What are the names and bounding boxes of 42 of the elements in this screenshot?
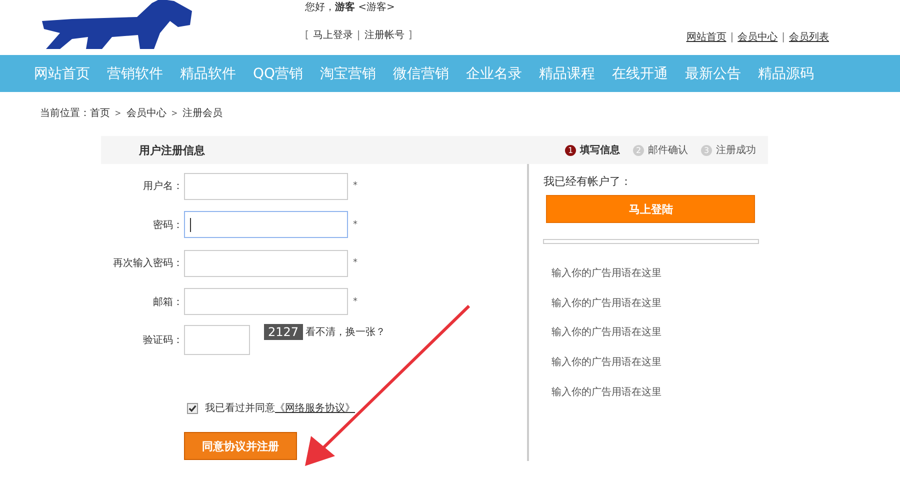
ad-text[interactable]: 输入你的广告用语在这里 [551,325,768,356]
required-mark: * [353,220,358,230]
top-link[interactable]: 网站首页 [686,30,726,44]
top-link[interactable]: 会员中心 [738,30,778,44]
step-label: 邮件确认 [648,144,688,157]
agreement-text: 我已看过并同意 [205,402,275,415]
step-number: 1 [565,144,576,156]
ad-text[interactable]: 输入你的广告用语在这里 [551,266,768,296]
panel-title: 用户注册信息 [139,142,205,158]
refresh-captcha-link[interactable]: 看不清，换一张？ [306,325,386,339]
agreement-checkbox[interactable] [187,402,198,414]
input-field[interactable] [184,211,348,238]
greeting-text: 您好，游客 <游客> [305,0,396,14]
ad-text[interactable]: 输入你的广告用语在这里 [551,384,768,414]
separator-text: | [782,32,785,42]
agreement-link[interactable]: 《网络服务协议》 [275,401,355,415]
field-label: 密码： [152,218,183,232]
input-field[interactable] [184,250,348,276]
breadcrumb: 当前位置：首页 ＞ 会员中心 ＞ 注册会员 [40,106,224,121]
field-label: 验证码： [142,334,183,347]
ad-text[interactable]: 输入你的广告用语在这里 [551,296,768,326]
top-link[interactable]: 会员列表 [789,30,829,44]
ad-text[interactable]: 输入你的广告用语在这里 [551,355,768,385]
auth-link[interactable]: 注册帐号 [364,28,404,42]
captcha-input-field[interactable] [184,325,250,355]
step-label: 填写信息 [580,144,620,157]
separator-text: [ [305,30,309,40]
separator-text: | [356,30,360,40]
auth-link[interactable]: 马上登录 [312,28,353,42]
captcha-image[interactable]: 2127 [264,324,303,340]
field-label: 用户名： [142,180,183,193]
field-label: 再次输入密码： [112,256,183,270]
step-label: 注册成功 [716,144,756,157]
separator-text: ] [408,30,412,40]
field-label: 邮箱： [152,296,183,308]
required-mark: * [353,181,358,191]
input-field[interactable] [184,172,348,200]
have-account-text: 我已经有帐户了： [543,174,632,189]
required-mark: * [353,296,358,306]
input-field[interactable] [184,288,348,315]
required-mark: * [353,258,358,268]
separator-text: | [730,32,734,42]
